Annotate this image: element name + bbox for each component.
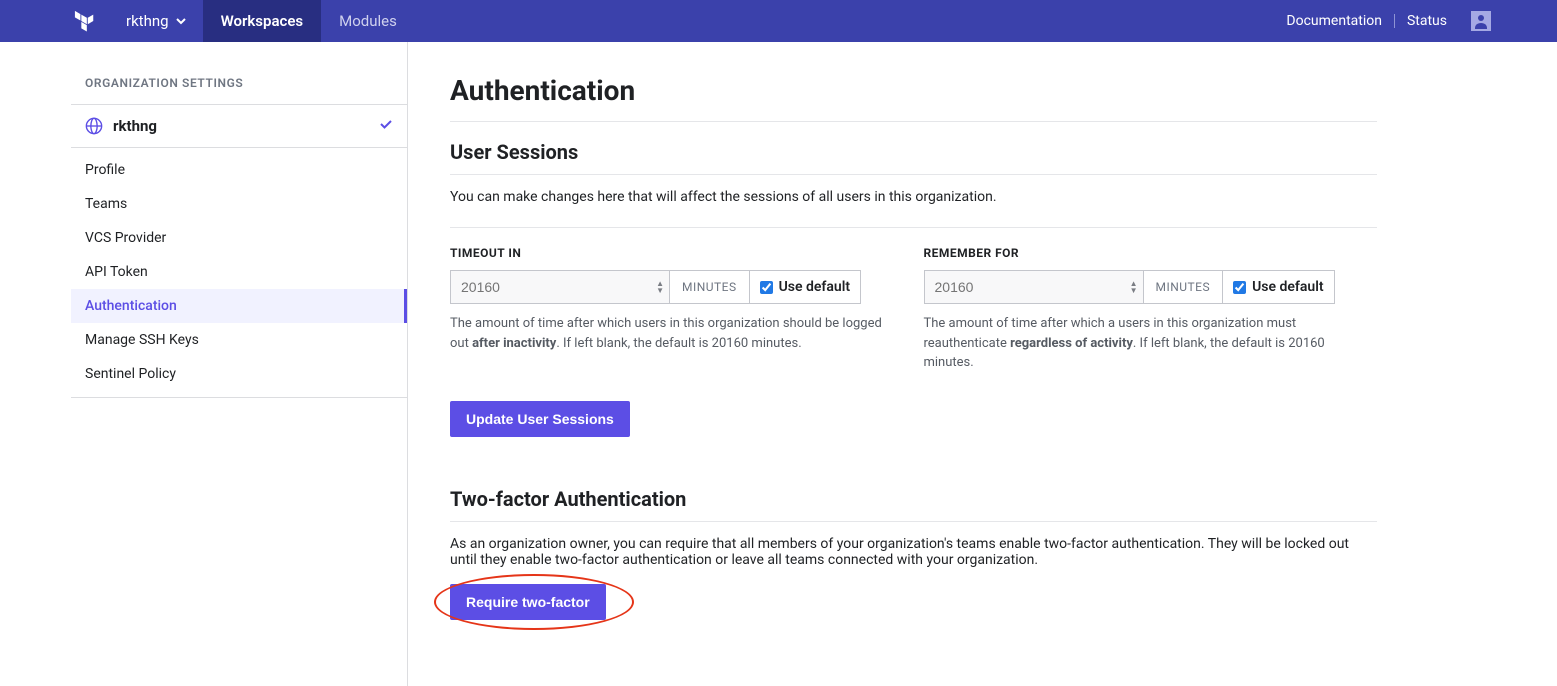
topbar-right: Documentation Status	[1276, 0, 1557, 42]
link-status[interactable]: Status	[1397, 13, 1457, 29]
remember-unit: MINUTES	[1144, 270, 1224, 304]
remember-use-default[interactable]: Use default	[1223, 270, 1334, 304]
sidebar-item-sentinel[interactable]: Sentinel Policy	[71, 357, 407, 391]
timeout-help: The amount of time after which users in …	[450, 314, 904, 353]
stepper-icon[interactable]: ▲▼	[1130, 280, 1138, 294]
remember-label: REMEMBER FOR	[924, 246, 1378, 260]
sidebar-item-profile[interactable]: Profile	[71, 148, 407, 187]
sessions-desc: You can make changes here that will affe…	[450, 189, 1377, 228]
sidebar-item-ssh[interactable]: Manage SSH Keys	[71, 323, 407, 357]
timeout-unit: MINUTES	[670, 270, 750, 304]
main-content: Authentication User Sessions You can mak…	[408, 42, 1557, 686]
page-title: Authentication	[450, 74, 1377, 122]
terraform-logo-icon[interactable]	[60, 0, 110, 42]
sidebar-item-teams[interactable]: Teams	[71, 187, 407, 221]
nav-workspaces[interactable]: Workspaces	[203, 0, 322, 42]
org-switcher-label: rkthng	[126, 12, 169, 30]
sidebar-title: ORGANIZATION SETTINGS	[71, 70, 407, 104]
sidebar: ORGANIZATION SETTINGS rkthng Profile Tea…	[0, 42, 408, 686]
timeout-use-default-checkbox[interactable]	[760, 281, 773, 294]
nav-modules[interactable]: Modules	[321, 0, 415, 42]
check-icon	[379, 117, 393, 135]
highlight-annotation: Require two-factor	[450, 584, 606, 620]
sidebar-nav: Profile Teams VCS Provider API Token Aut…	[71, 148, 407, 398]
timeout-label: TIMEOUT IN	[450, 246, 904, 260]
timeout-input[interactable]	[450, 270, 670, 304]
require-two-factor-button[interactable]: Require two-factor	[450, 584, 606, 620]
sidebar-item-authentication[interactable]: Authentication	[71, 289, 407, 323]
stepper-icon[interactable]: ▲▼	[656, 280, 664, 294]
sidebar-org-name: rkthng	[113, 117, 157, 135]
user-avatar-icon[interactable]	[1471, 11, 1491, 31]
link-documentation[interactable]: Documentation	[1276, 13, 1392, 29]
sessions-form: TIMEOUT IN ▲▼ MINUTES Use default The am…	[450, 246, 1377, 373]
remember-use-default-checkbox[interactable]	[1233, 281, 1246, 294]
org-switcher[interactable]: rkthng	[110, 0, 203, 42]
globe-icon	[85, 117, 103, 135]
update-sessions-button[interactable]: Update User Sessions	[450, 401, 630, 437]
sidebar-org-row[interactable]: rkthng	[71, 104, 407, 148]
twofa-heading: Two-factor Authentication	[450, 487, 1377, 522]
sidebar-item-vcs[interactable]: VCS Provider	[71, 221, 407, 255]
remember-input[interactable]	[924, 270, 1144, 304]
remember-column: REMEMBER FOR ▲▼ MINUTES Use default The …	[924, 246, 1378, 373]
chevron-down-icon	[175, 15, 187, 27]
remember-help: The amount of time after which a users i…	[924, 314, 1378, 373]
sidebar-item-api-token[interactable]: API Token	[71, 255, 407, 289]
timeout-use-default[interactable]: Use default	[750, 270, 861, 304]
twofa-desc: As an organization owner, you can requir…	[450, 536, 1377, 568]
sessions-heading: User Sessions	[450, 140, 1377, 175]
timeout-column: TIMEOUT IN ▲▼ MINUTES Use default The am…	[450, 246, 904, 373]
topbar: rkthng Workspaces Modules Documentation …	[0, 0, 1557, 42]
divider	[1394, 14, 1395, 28]
